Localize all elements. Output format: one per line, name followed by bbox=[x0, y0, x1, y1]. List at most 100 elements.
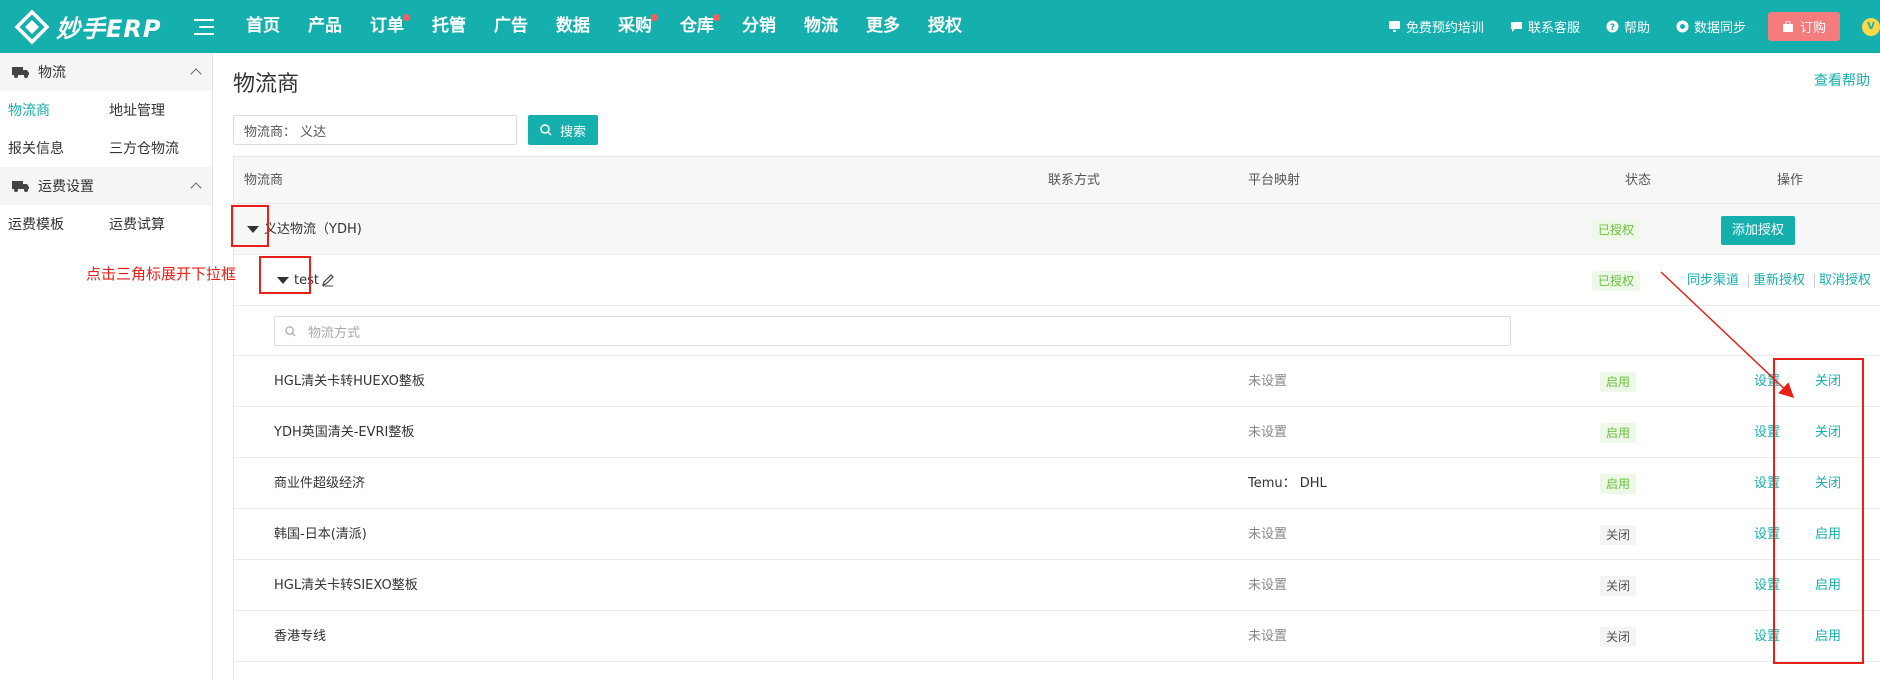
method-row: HGL清关卡转SIEXO整板 未设置 关闭 设置 启用 bbox=[234, 560, 1880, 611]
bag-icon bbox=[1782, 20, 1793, 32]
column-mapping: 平台映射 bbox=[1248, 173, 1301, 188]
method-name: HGL清关卡转SIEXO整板 bbox=[274, 578, 418, 593]
method-mapping: 未设置 bbox=[1248, 629, 1288, 644]
annotation-text: 点击三角标展开下拉框 bbox=[86, 265, 237, 283]
method-mapping: 未设置 bbox=[1248, 425, 1288, 440]
annotation-box-account-triangle bbox=[259, 256, 311, 294]
method-name: 韩国-日本(清派) bbox=[274, 527, 367, 542]
annotation-box-toggle-column bbox=[1773, 358, 1864, 664]
method-mapping: 未设置 bbox=[1248, 374, 1288, 389]
method-mapping: 未设置 bbox=[1248, 578, 1288, 593]
nav-item-logistics[interactable]: 物流 bbox=[790, 0, 852, 53]
contact-support-link[interactable]: 联系客服 bbox=[1510, 17, 1580, 36]
provider-row: 义达物流（YDH) 已授权 添加授权 bbox=[234, 204, 1880, 255]
nav-item-warehouse[interactable]: 仓库 bbox=[666, 0, 728, 53]
nav-item-hosting[interactable]: 托管 bbox=[418, 0, 480, 53]
sidebar-item-fee-template[interactable]: 运费模板 bbox=[0, 214, 101, 234]
sidebar-group-shipping-fee[interactable]: 运费设置 bbox=[0, 167, 212, 205]
method-filter-row: 物流方式 bbox=[234, 306, 1880, 356]
chevron-up-icon bbox=[190, 182, 202, 194]
nav-item-distribution[interactable]: 分销 bbox=[728, 0, 790, 53]
sidebar: 物流 物流商 地址管理 报关信息 三方仓物流 运费设置 运费模板 运费试算 bbox=[0, 53, 213, 679]
svg-text:?: ? bbox=[1610, 23, 1615, 33]
status-badge: 关闭 bbox=[1600, 525, 1637, 545]
sync-channels-link[interactable]: 同步渠道 bbox=[1687, 255, 1739, 306]
method-mapping: 未设置 bbox=[1248, 527, 1288, 542]
status-badge: 启用 bbox=[1600, 423, 1637, 443]
method-name: 商业件超级经济 bbox=[274, 476, 366, 491]
nav-item-orders[interactable]: 订单 bbox=[356, 0, 418, 53]
method-name: YDH英国清关-EVRI整板 bbox=[274, 425, 415, 440]
nav-item-products[interactable]: 产品 bbox=[294, 0, 356, 53]
logo-text: 妙手ERP bbox=[56, 15, 162, 43]
search-icon bbox=[285, 325, 296, 337]
nav-item-purchase[interactable]: 采购 bbox=[604, 0, 666, 53]
view-help-link[interactable]: 查看帮助 bbox=[1814, 70, 1870, 90]
providers-table: 物流商 联系方式 平台映射 状态 操作 义达物流（YDH) 已授权 添加授权 t… bbox=[233, 156, 1880, 679]
search-icon bbox=[540, 124, 552, 136]
sidebar-item-address[interactable]: 地址管理 bbox=[101, 100, 202, 120]
help-link[interactable]: ? 帮助 bbox=[1606, 17, 1650, 36]
data-sync-link[interactable]: 数据同步 bbox=[1676, 17, 1746, 36]
status-badge: 启用 bbox=[1600, 474, 1637, 494]
status-badge: 关闭 bbox=[1600, 627, 1637, 647]
method-row: YDH英国清关-EVRI整板 未设置 启用 设置 关闭 bbox=[234, 407, 1880, 458]
column-contact: 联系方式 bbox=[1048, 173, 1101, 188]
add-authorization-button[interactable]: 添加授权 bbox=[1721, 216, 1796, 245]
sidebar-item-providers[interactable]: 物流商 bbox=[0, 100, 101, 120]
nav-item-ads[interactable]: 广告 bbox=[480, 0, 542, 53]
question-icon: ? bbox=[1606, 20, 1619, 33]
nav-item-more[interactable]: 更多 bbox=[852, 0, 914, 53]
status-badge: 启用 bbox=[1600, 372, 1637, 392]
nav-item-home[interactable]: 首页 bbox=[232, 0, 294, 53]
account-row: test 已授权 同步渠道 重新授权 取消授权 bbox=[234, 255, 1880, 306]
method-row: HGL清关卡转HUEXO整板 未设置 启用 设置 关闭 bbox=[234, 356, 1880, 407]
main-nav: 首页 产品 订单 托管 广告 数据 采购 仓库 分销 物流 更多 授权 bbox=[232, 0, 976, 53]
main-content: 物流商 查看帮助 物流商： 义达 搜索 物流商 联系方式 平台映射 状态 操作 … bbox=[213, 53, 1880, 679]
page-title: 物流商 bbox=[233, 72, 300, 97]
method-row: 商业件超级经济 Temu： DHL 启用 设置 关闭 bbox=[234, 458, 1880, 509]
status-badge: 已授权 bbox=[1592, 271, 1641, 291]
column-provider: 物流商 bbox=[244, 173, 284, 188]
status-badge: 关闭 bbox=[1600, 576, 1637, 596]
menu-toggle-icon[interactable] bbox=[194, 18, 214, 35]
edit-pencil-icon[interactable] bbox=[321, 273, 335, 287]
provider-search-input[interactable]: 物流商： 义达 bbox=[233, 115, 517, 145]
sidebar-item-fee-calculator[interactable]: 运费试算 bbox=[101, 214, 202, 234]
table-header: 物流商 联系方式 平台映射 状态 操作 bbox=[234, 157, 1880, 204]
chat-icon bbox=[1510, 22, 1522, 32]
logo-icon bbox=[14, 9, 50, 44]
order-button[interactable]: 订购 bbox=[1767, 12, 1840, 41]
top-navigation-bar: 妙手ERP 首页 产品 订单 托管 广告 数据 采购 仓库 分销 物流 更多 授… bbox=[0, 0, 1880, 53]
nav-item-data[interactable]: 数据 bbox=[542, 0, 604, 53]
method-search-input[interactable]: 物流方式 bbox=[274, 316, 1511, 346]
annotation-box-provider-triangle bbox=[231, 205, 269, 247]
column-status: 状态 bbox=[1625, 173, 1652, 188]
method-name: HGL清关卡转HUEXO整板 bbox=[274, 374, 425, 389]
method-name: 香港专线 bbox=[274, 629, 327, 644]
logo[interactable]: 妙手ERP bbox=[14, 9, 186, 45]
search-button[interactable]: 搜索 bbox=[528, 115, 598, 145]
header-tools: 免费预约培训 联系客服 ? 帮助 数据同步 订购 V bbox=[1362, 0, 1880, 53]
sidebar-item-customs[interactable]: 报关信息 bbox=[0, 138, 101, 158]
sidebar-group-logistics[interactable]: 物流 bbox=[0, 53, 212, 91]
sync-icon bbox=[1676, 20, 1689, 33]
truck-icon bbox=[12, 67, 29, 78]
user-avatar[interactable]: V bbox=[1862, 17, 1880, 36]
truck-icon bbox=[12, 181, 29, 192]
notification-dot bbox=[403, 14, 410, 21]
revoke-authorization-link[interactable]: 取消授权 bbox=[1819, 255, 1871, 306]
method-mapping: Temu： DHL bbox=[1248, 476, 1327, 491]
chevron-up-icon bbox=[190, 68, 202, 80]
training-link[interactable]: 免费预约培训 bbox=[1388, 17, 1484, 36]
column-actions: 操作 bbox=[1777, 173, 1804, 188]
reauthorize-link[interactable]: 重新授权 bbox=[1753, 255, 1805, 306]
method-row: 香港专线 未设置 关闭 设置 启用 bbox=[234, 611, 1880, 662]
notification-dot bbox=[713, 14, 720, 21]
provider-name: 义达物流（YDH) bbox=[264, 222, 362, 237]
sidebar-item-3pl[interactable]: 三方仓物流 bbox=[101, 138, 202, 158]
status-badge: 已授权 bbox=[1592, 220, 1641, 240]
monitor-icon bbox=[1388, 21, 1400, 32]
notification-dot bbox=[651, 14, 658, 21]
nav-item-authorization[interactable]: 授权 bbox=[914, 0, 976, 53]
